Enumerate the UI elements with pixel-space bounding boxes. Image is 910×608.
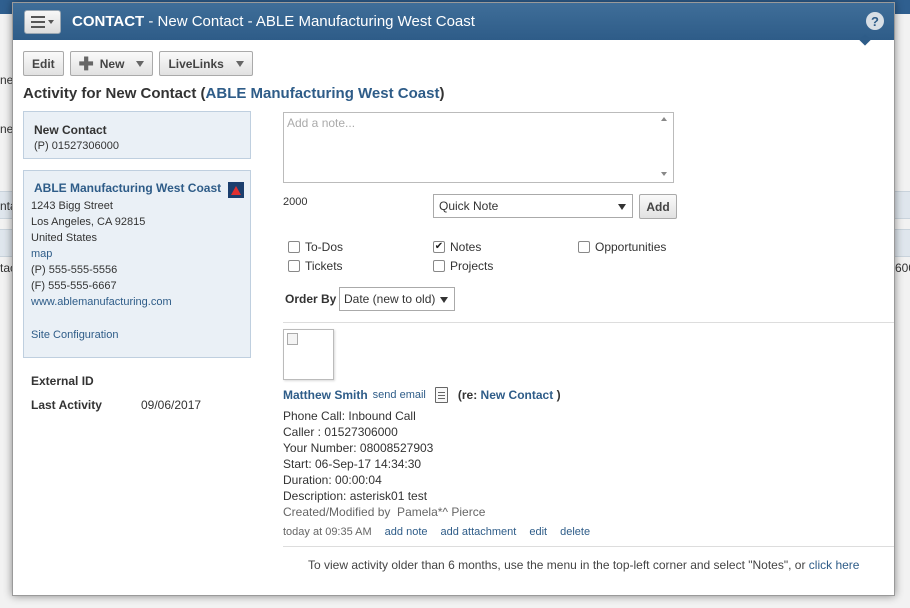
company-address-line2: Los Angeles, CA 92815 xyxy=(31,216,146,228)
character-count: 2000 xyxy=(283,196,308,208)
map-link[interactable]: map xyxy=(31,248,52,260)
plus-icon: ✚ xyxy=(78,53,94,74)
filter-label: To-Dos xyxy=(305,240,344,254)
note-icon xyxy=(434,387,448,403)
scroll-up-icon[interactable] xyxy=(661,117,667,121)
entry-line: Your Number: 08008527903 xyxy=(283,441,434,455)
activity-entry-body: Phone Call: Inbound Call Caller : 015273… xyxy=(283,408,485,520)
filter-label: Notes xyxy=(450,240,482,254)
entry-line: Description: asterisk01 test xyxy=(283,489,428,503)
activity-entry-header: Matthew Smith send email (re: New Contac… xyxy=(283,387,561,403)
company-country: United States xyxy=(31,232,98,244)
send-email-link[interactable]: send email xyxy=(373,389,426,401)
scroll-down-icon[interactable] xyxy=(661,172,667,176)
delete-link[interactable]: delete xyxy=(560,526,590,538)
divider xyxy=(283,322,894,323)
order-by-label: Order By xyxy=(285,292,337,306)
company-address-line1: 1243 Bigg Street xyxy=(31,200,113,212)
hamburger-icon xyxy=(31,15,45,28)
add-note-link[interactable]: add note xyxy=(385,526,428,538)
menu-button[interactable] xyxy=(24,9,61,34)
external-id-label: External ID xyxy=(31,374,94,388)
help-icon[interactable]: ? xyxy=(866,12,884,30)
filter-tickets[interactable]: Tickets xyxy=(288,259,343,273)
entry-line: Caller : 01527306000 xyxy=(283,425,398,439)
avatar xyxy=(283,329,334,380)
regarding-prefix: (re: xyxy=(457,388,481,402)
last-activity-label: Last Activity xyxy=(31,398,102,412)
page-title: Activity for New Contact (ABLE Manufactu… xyxy=(23,85,444,102)
contact-modal: CONTACT - New Contact - ABLE Manufacturi… xyxy=(12,2,895,596)
footer-note: To view activity older than 6 months, us… xyxy=(308,558,859,572)
todos-checkbox[interactable] xyxy=(288,241,300,253)
chevron-down-icon xyxy=(440,297,448,303)
broken-image-icon xyxy=(287,333,298,345)
contact-phone: (P) 01527306000 xyxy=(34,140,120,152)
entry-timestamp: today at 09:35 AM xyxy=(283,526,372,538)
modal-title: CONTACT - New Contact - ABLE Manufacturi… xyxy=(72,13,475,30)
chevron-down-icon xyxy=(48,19,54,24)
page-title-prefix: Activity for New Contact ( xyxy=(23,85,206,102)
company-link[interactable]: ABLE Manufacturing West Coast xyxy=(206,85,440,102)
chevron-down-icon xyxy=(136,60,145,67)
note-type-value: Quick Note xyxy=(439,199,499,213)
filter-label: Opportunities xyxy=(595,240,667,254)
order-by-select[interactable]: Date (new to old) xyxy=(339,287,455,311)
company-logo-icon xyxy=(228,182,244,198)
edit-link[interactable]: edit xyxy=(529,526,547,538)
note-type-select[interactable]: Quick Note xyxy=(433,194,633,218)
page-title-suffix: ) xyxy=(439,85,445,102)
site-configuration-link[interactable]: Site Configuration xyxy=(31,329,118,341)
tickets-checkbox[interactable] xyxy=(288,260,300,272)
modal-header: CONTACT - New Contact - ABLE Manufacturi… xyxy=(13,3,894,46)
filter-notes[interactable]: ✔ Notes xyxy=(433,240,481,254)
edit-button[interactable]: Edit xyxy=(23,51,64,76)
entry-line: Phone Call: Inbound Call xyxy=(283,409,416,423)
filter-opportunities[interactable]: Opportunities xyxy=(578,240,666,254)
modal-title-entity: CONTACT xyxy=(72,13,145,30)
filter-label: Projects xyxy=(450,259,494,273)
add-attachment-link[interactable]: add attachment xyxy=(441,526,517,538)
entry-line: Duration: 00:00:04 xyxy=(283,473,382,487)
company-name-link[interactable]: ABLE Manufacturing West Coast xyxy=(34,181,243,195)
livelinks-button[interactable]: LiveLinks xyxy=(159,51,253,76)
website-link[interactable]: www.ablemanufacturing.com xyxy=(31,296,172,308)
divider xyxy=(283,546,894,547)
opportunities-checkbox[interactable] xyxy=(578,241,590,253)
company-phone: (P) 555-555-5556 xyxy=(31,264,118,276)
entry-line: Start: 06-Sep-17 14:34:30 xyxy=(283,457,422,471)
add-note-button[interactable]: Add xyxy=(639,194,677,219)
contact-name: New Contact xyxy=(34,123,107,137)
chevron-down-icon xyxy=(618,204,626,210)
author-link[interactable]: Matthew Smith xyxy=(283,388,368,402)
toolbar: Edit ✚ New LiveLinks xyxy=(23,51,253,76)
new-button-label: New xyxy=(99,56,125,71)
created-modified-by: Created/Modified by Pamela*^ Pierce xyxy=(283,505,486,519)
filter-label: Tickets xyxy=(305,259,343,273)
filter-todos[interactable]: To-Dos xyxy=(288,240,343,254)
order-by-value: Date (new to old) xyxy=(344,292,436,306)
regarding-link[interactable]: New Contact xyxy=(481,388,554,402)
company-panel: ABLE Manufacturing West Coast 1243 Bigg … xyxy=(23,170,251,358)
contact-panel: New Contact (P) 01527306000 xyxy=(23,111,251,159)
filter-projects[interactable]: Projects xyxy=(433,259,493,273)
notes-checkbox[interactable]: ✔ xyxy=(433,241,445,253)
new-button[interactable]: ✚ New xyxy=(69,51,154,76)
edit-button-label: Edit xyxy=(32,56,55,71)
click-here-link[interactable]: click here xyxy=(809,558,860,572)
last-activity-value: 09/06/2017 xyxy=(141,398,202,412)
footer-text: To view activity older than 6 months, us… xyxy=(308,558,809,572)
projects-checkbox[interactable] xyxy=(433,260,445,272)
background-text: 600 xyxy=(895,261,910,275)
chevron-down-icon xyxy=(235,60,244,67)
header-pointer xyxy=(859,34,871,46)
note-input[interactable] xyxy=(283,112,674,183)
regarding: (re: New Contact ) xyxy=(458,388,561,402)
entry-actions: today at 09:35 AM add note add attachmen… xyxy=(283,526,590,538)
regarding-suffix: ) xyxy=(553,388,561,402)
modal-title-detail: - New Contact - ABLE Manufacturing West … xyxy=(144,13,475,30)
livelinks-button-label: LiveLinks xyxy=(168,56,224,71)
company-fax: (F) 555-555-6667 xyxy=(31,280,117,292)
